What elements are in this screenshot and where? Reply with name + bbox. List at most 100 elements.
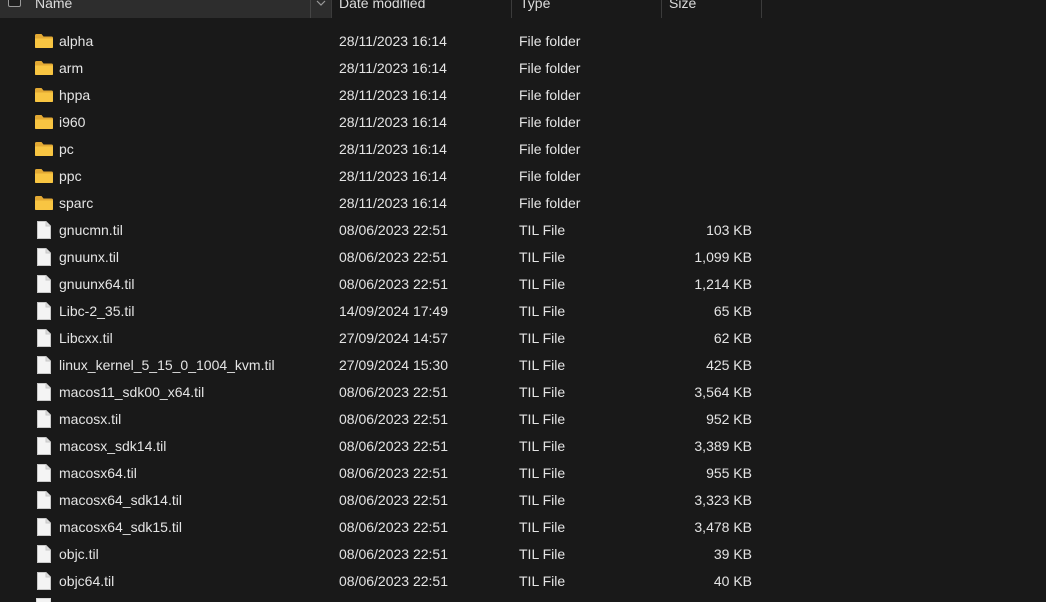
file-icon	[34, 464, 54, 482]
column-header-date-modified[interactable]: Date modified	[332, 0, 512, 18]
column-header-type-label: Type	[520, 0, 551, 11]
file-type: TIL File	[519, 222, 566, 238]
column-header-date-label: Date modified	[339, 0, 426, 11]
list-item[interactable]: macosx.til 08/06/2023 22:51 TIL File 952 KB	[0, 406, 1046, 433]
file-date-modified: 08/06/2023 22:51	[339, 249, 448, 265]
list-item[interactable]: gnuunx.til 08/06/2023 22:51 TIL File 1,099 …	[0, 244, 1046, 271]
list-item[interactable]: macos11_sdk00_x64.til 08/06/2023 22:51 TIL…	[0, 379, 1046, 406]
list-item[interactable]: macosx64.til 08/06/2023 22:51 TIL File 955 …	[0, 460, 1046, 487]
file-name: objc64.til	[59, 573, 115, 589]
file-date-modified: 28/11/2023 16:14	[339, 114, 447, 130]
file-type: File folder	[519, 141, 581, 157]
file-type: File folder	[519, 168, 581, 184]
chevron-down-icon	[316, 0, 326, 6]
file-date-modified: 28/11/2023 16:14	[339, 87, 447, 103]
file-type: TIL File	[519, 357, 566, 373]
file-name: ppc	[59, 168, 82, 184]
file-size: 1,099 KB	[694, 249, 752, 265]
column-dropdown-button[interactable]	[310, 0, 331, 18]
file-name: objc.til	[59, 546, 99, 562]
file-date-modified: 28/11/2023 16:14	[339, 60, 447, 76]
file-date-modified: 14/09/2024 17:49	[339, 303, 448, 319]
list-item[interactable]: i960 28/11/2023 16:14 File folder	[0, 109, 1046, 136]
file-size: 39 KB	[713, 546, 752, 562]
folder-icon	[34, 113, 54, 131]
list-item[interactable]: Libcxx.til 27/09/2024 14:57 TIL File 62 KB	[0, 325, 1046, 352]
file-date-modified: 28/11/2023 16:14	[339, 141, 447, 157]
file-size: 955 KB	[706, 465, 752, 481]
list-item[interactable]: macosx64_sdk15.til 08/06/2023 22:51 TIL Fi…	[0, 514, 1046, 541]
file-size: 1,214 KB	[694, 276, 752, 292]
file-size: 3,478 KB	[694, 519, 752, 535]
file-size: 103 KB	[706, 222, 752, 238]
file-date-modified: 08/06/2023 22:51	[339, 519, 448, 535]
file-size: 40 KB	[713, 573, 752, 589]
file-type: File folder	[519, 87, 581, 103]
file-icon	[34, 545, 54, 563]
file-size: 425 KB	[706, 357, 752, 373]
file-type: TIL File	[519, 249, 566, 265]
file-name: gnucmn.til	[59, 222, 123, 238]
list-item[interactable]: sparc 28/11/2023 16:14 File folder	[0, 190, 1046, 217]
file-name: Libcxx.til	[59, 330, 113, 346]
column-header-type[interactable]: Type	[512, 0, 662, 18]
file-name: gnuunx.til	[59, 249, 119, 265]
folder-icon	[34, 32, 54, 50]
list-item[interactable]: ppc 28/11/2023 16:14 File folder	[0, 163, 1046, 190]
list-item[interactable]: objc.til 08/06/2023 22:51 TIL File 39 KB	[0, 541, 1046, 568]
folder-icon	[34, 167, 54, 185]
select-all-checkbox[interactable]	[8, 0, 21, 7]
file-type: File folder	[519, 114, 581, 130]
list-item[interactable]: macosx64_sdk14.til 08/06/2023 22:51 TIL Fi…	[0, 487, 1046, 514]
file-size: 3,564 KB	[694, 384, 752, 400]
list-item[interactable]: gnuunx64.til 08/06/2023 22:51 TIL File 1,21…	[0, 271, 1046, 298]
list-item[interactable]: gnucmn.til 08/06/2023 22:51 TIL File 103 KB	[0, 217, 1046, 244]
folder-icon	[34, 140, 54, 158]
column-header-name[interactable]: Name	[0, 0, 332, 18]
file-icon	[34, 356, 54, 374]
column-header-name-label: Name	[35, 0, 73, 11]
column-header-size-label: Size	[669, 0, 697, 11]
folder-icon	[34, 86, 54, 104]
column-header-size[interactable]: Size	[662, 0, 762, 18]
file-icon	[34, 572, 54, 590]
file-type: File folder	[519, 60, 581, 76]
file-name: gnuunx64.til	[59, 276, 135, 292]
folder-icon	[34, 59, 54, 77]
list-item[interactable]: objc64.til 08/06/2023 22:51 TIL File 40 KB	[0, 568, 1046, 595]
column-header-bar: Name Date modified Type Size	[0, 0, 1046, 18]
file-size: 3,389 KB	[694, 438, 752, 454]
file-date-modified: 08/06/2023 22:51	[339, 546, 448, 562]
file-type: TIL File	[519, 438, 566, 454]
file-date-modified: 08/06/2023 22:51	[339, 384, 448, 400]
file-icon	[34, 302, 54, 320]
list-item[interactable]: hppa 28/11/2023 16:14 File folder	[0, 82, 1046, 109]
file-name: hppa	[59, 87, 91, 103]
file-date-modified: 08/06/2023 22:51	[339, 222, 448, 238]
file-size: 952 KB	[706, 411, 752, 427]
file-date-modified: 28/11/2023 16:14	[339, 33, 447, 49]
file-name: sparc	[59, 195, 94, 211]
list-item[interactable]: pc 28/11/2023 16:14 File folder	[0, 136, 1046, 163]
file-name: i960	[59, 114, 86, 130]
file-icon	[34, 437, 54, 455]
file-type: TIL File	[519, 411, 566, 427]
list-item[interactable]: arm 28/11/2023 16:14 File folder	[0, 55, 1046, 82]
list-item[interactable]: macosx_sdk14.til 08/06/2023 22:51 TIL File…	[0, 433, 1046, 460]
file-name: arm	[59, 60, 84, 76]
file-date-modified: 28/11/2023 16:14	[339, 195, 447, 211]
list-item[interactable]: alpha 28/11/2023 16:14 File folder	[0, 28, 1046, 55]
file-name: macosx_sdk14.til	[59, 438, 167, 454]
list-item[interactable]: linux_kernel_5_15_0_1004_kvm.til 27/09/20…	[0, 352, 1046, 379]
file-type: TIL File	[519, 330, 566, 346]
file-name: pc	[59, 141, 74, 157]
file-type: File folder	[519, 195, 581, 211]
file-date-modified: 08/06/2023 22:51	[339, 492, 448, 508]
file-size: 3,323 KB	[694, 492, 752, 508]
file-size: 62 KB	[713, 330, 752, 346]
file-icon	[34, 410, 54, 428]
list-item[interactable]: Libc-2_35.til 14/09/2024 17:49 TIL File 65 …	[0, 298, 1046, 325]
file-name: linux_kernel_5_15_0_1004_kvm.til	[59, 357, 275, 373]
file-name: Libc-2_35.til	[59, 303, 135, 319]
file-name: macos11_sdk00_x64.til	[59, 384, 205, 400]
